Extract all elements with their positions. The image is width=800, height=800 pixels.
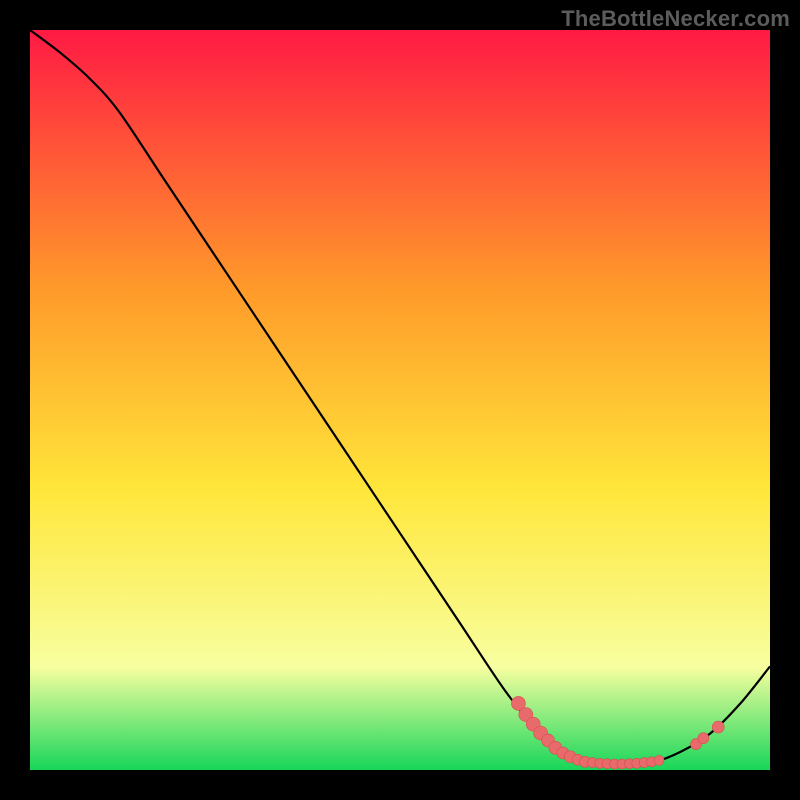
curve-marker — [698, 733, 709, 744]
chart-frame: TheBottleNecker.com — [0, 0, 800, 800]
curve-marker — [654, 755, 664, 765]
gradient-background — [30, 30, 770, 770]
curve-marker — [712, 721, 724, 733]
chart-svg — [30, 30, 770, 770]
plot-area — [30, 30, 770, 770]
watermark-text: TheBottleNecker.com — [561, 6, 790, 32]
